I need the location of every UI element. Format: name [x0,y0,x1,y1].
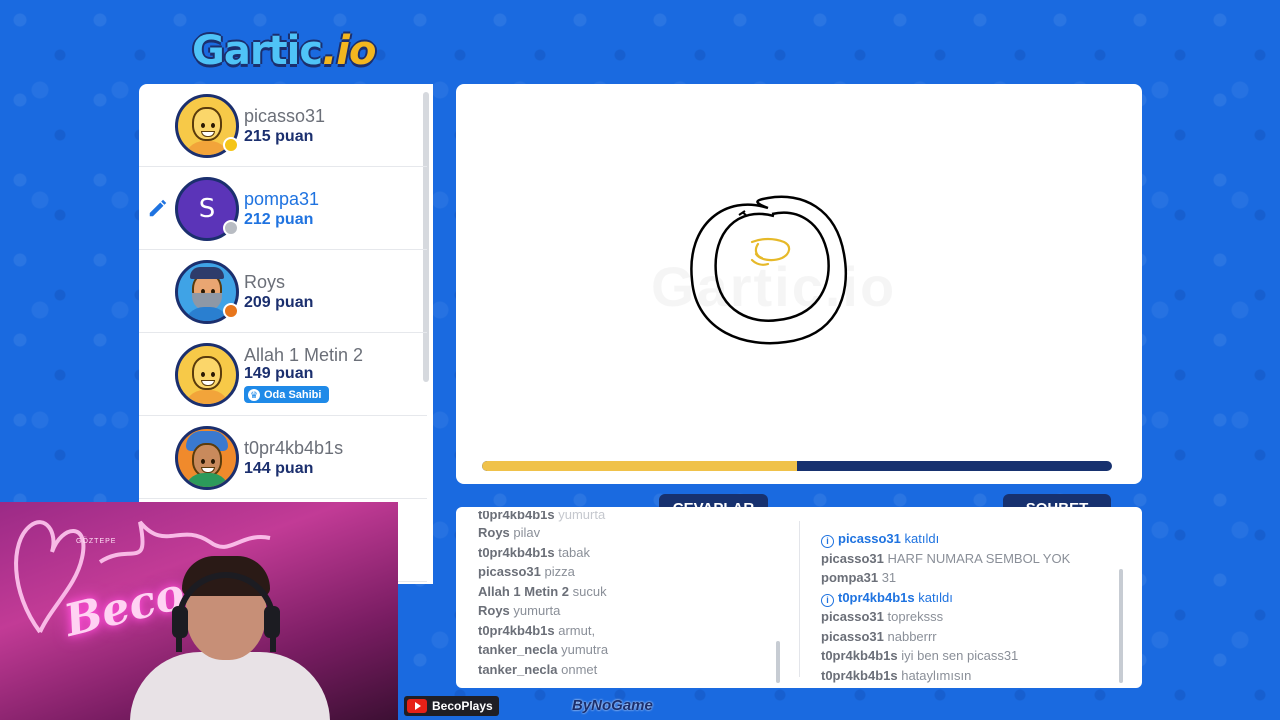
room-owner-badge: ♛ Oda Sahibi [244,386,330,403]
pencil-icon [149,199,167,217]
message-text: pizza [544,564,575,579]
headset-earcup [264,606,280,638]
player-row[interactable]: Roys 209 puan [139,250,427,333]
chat-message: t0pr4kb4b1s iyi ben sen picass31 [821,646,1141,666]
message-username[interactable]: picasso31 [821,551,884,566]
message-text: yumutra [561,642,609,657]
message-username[interactable]: tanker_necla [478,662,558,677]
player-row[interactable]: Allah 1 Metin 2 149 puan ♛ Oda Sahibi [139,333,427,416]
status-dot [223,220,239,236]
chat-message: t0pr4kb4b1s armut, [478,621,798,641]
player-score: 215 puan [244,128,314,145]
message-username[interactable]: Roys [478,525,510,540]
sponsor-logo: ByNoGame [572,697,653,714]
message-text: pilav [513,525,541,540]
player-drawing [690,195,848,345]
message-text: HARF NUMARA SEMBOL YOK [887,550,1071,566]
message-username[interactable]: tanker_necla [478,642,558,657]
system-message: i t0pr4kb4b1s katıldı [821,588,1141,608]
player-name: t0pr4kb4b1s [244,438,344,458]
message-text: hataylımısın [901,667,972,683]
message-username[interactable]: picasso31 [821,609,884,624]
message-username[interactable]: t0pr4kb4b1s [838,590,915,605]
message-text: 31 [881,570,897,585]
crown-icon: ♛ [248,388,260,401]
message-text: topreksss [887,609,944,624]
chat-message: t0pr4kb4b1s tabak [478,543,798,563]
chat-message: picasso31 topreksss [821,607,1141,627]
player-avatar [175,343,239,407]
message-text: yumurta [513,603,561,618]
chat-message: tanker_necla onmet [478,660,798,680]
status-dot [223,137,239,153]
chat-scrollbar[interactable] [1119,569,1123,683]
answers-list: t0pr4kb4b1s yumurta Roys pilav t0pr4kb4b1s… [478,511,798,679]
player-score: 209 puan [244,294,314,311]
chat-message: Roys yumurta [478,601,798,621]
message-text: armut, [558,622,596,638]
player-name: picasso31 [244,106,326,126]
message-text: iyi ben sen picass31 [901,648,1019,663]
chat-message: pompa31 31 [821,568,1141,588]
player-name: Allah 1 Metin 2 [244,345,364,365]
message-text: nabberrr [887,628,937,644]
round-timer-fill [482,461,797,471]
message-text: sucuk [572,583,607,599]
logo-suffix-text: .io [322,28,376,74]
answers-scrollbar[interactable] [776,641,780,683]
chat-message: picasso31 pizza [478,562,798,582]
chat-divider [799,521,800,677]
chat-list: i picasso31 katıldı picasso31 HARF NUMARA … [821,529,1141,685]
chat-message: t0pr4kb4b1s yumurta [478,511,798,523]
message-text: katıldı [918,589,953,605]
player-name: Roys [244,272,286,292]
player-row[interactable]: S pompa31 212 puan [139,167,427,250]
message-username[interactable]: Roys [478,603,510,618]
message-username[interactable]: t0pr4kb4b1s [478,545,555,560]
info-icon: i [821,593,834,607]
round-timer [482,461,1112,471]
message-text: katıldı [904,531,940,546]
player-score: 144 puan [244,460,314,477]
room-owner-label: Oda Sahibi [264,388,322,401]
youtube-channel-name: BecoPlays [432,699,493,713]
message-username[interactable]: t0pr4kb4b1s [821,668,898,683]
message-text: tabak [558,544,591,560]
player-name: pompa31 [244,189,320,209]
message-username[interactable]: t0pr4kb4b1s [478,511,555,522]
message-username[interactable]: picasso31 [821,629,884,644]
chat-panel: t0pr4kb4b1s yumurta Roys pilav t0pr4kb4b1s… [456,507,1142,688]
gartic-logo: Gartic.io [192,28,392,78]
player-score: 149 puan [244,365,314,382]
message-text: yumurta [558,511,606,522]
player-row[interactable]: picasso31 215 puan [139,84,427,167]
message-username[interactable]: Allah 1 Metin 2 [478,584,569,599]
system-message: i picasso31 katıldı [821,529,1141,549]
player-score: 212 puan [244,211,314,228]
message-text: onmet [561,661,598,677]
headset-earcup [172,606,188,638]
message-username[interactable]: picasso31 [838,531,901,546]
chat-message: picasso31 nabberrr [821,627,1141,647]
player-avatar [175,426,239,490]
message-username[interactable]: picasso31 [478,564,541,579]
message-username[interactable]: t0pr4kb4b1s [478,623,555,638]
message-username[interactable]: pompa31 [821,570,878,585]
player-row[interactable]: t0pr4kb4b1s 144 puan [139,416,427,499]
logo-main-text: Gartic [192,28,323,74]
info-icon: i [821,535,834,548]
chat-message: tanker_necla yumutra [478,640,798,660]
youtube-play-icon [407,699,427,713]
message-username[interactable]: t0pr4kb4b1s [821,648,898,663]
chat-message: Allah 1 Metin 2 sucuk [478,582,798,602]
avatar-letter: S [198,194,216,224]
chat-message: picasso31 HARF NUMARA SEMBOL YOK [821,549,1141,569]
streamer-webcam: GÖZTEPE Beco [0,502,398,720]
status-dot [223,303,239,319]
drawing-canvas[interactable]: Gartic.io [456,84,1142,484]
youtube-channel-badge: BecoPlays [404,696,499,716]
wall-sign-text: GÖZTEPE [76,538,117,545]
chat-message: t0pr4kb4b1s hataylımısın [821,666,1141,686]
chat-message: Roys pilav [478,523,798,543]
